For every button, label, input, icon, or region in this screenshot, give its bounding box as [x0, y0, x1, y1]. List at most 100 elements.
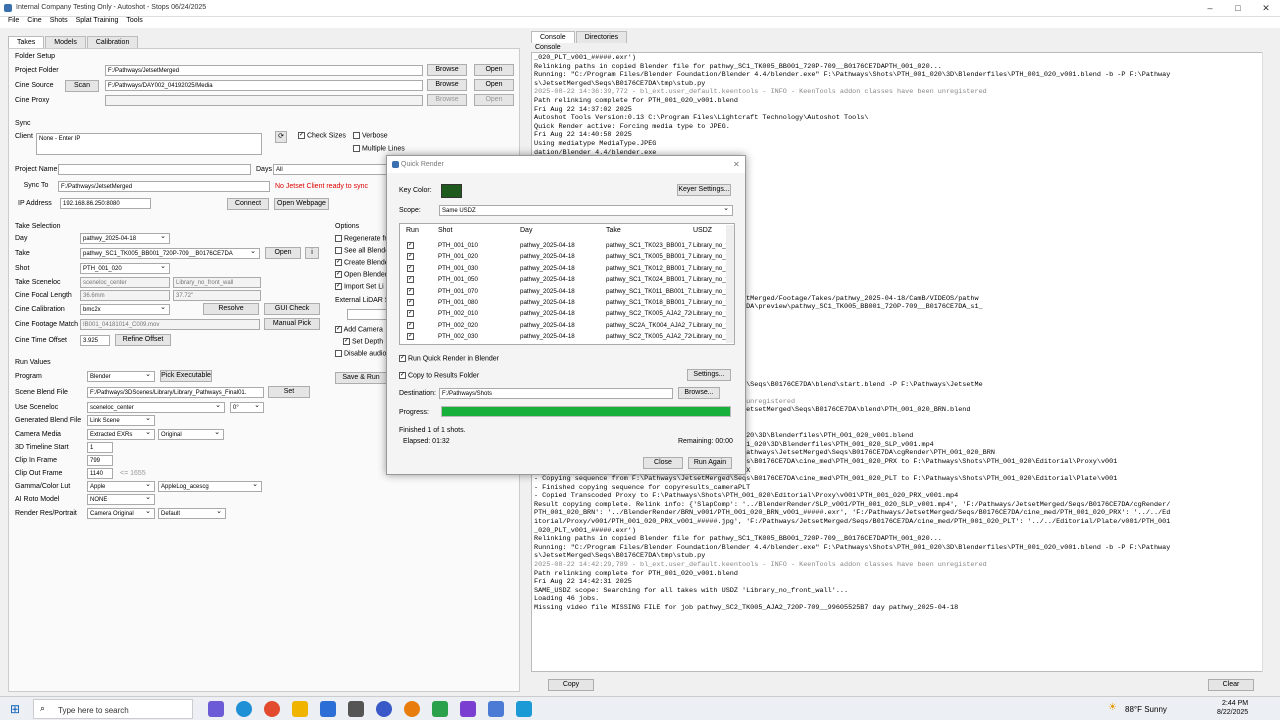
tab-directories[interactable]: Directories — [575, 31, 628, 43]
console-scrollbar[interactable] — [1262, 52, 1271, 672]
table-row[interactable]: ✓ PTH_001_080 pathwy_2025-04-18 pathwy_SC1_… — [400, 297, 727, 308]
option-disable-audio[interactable]: Disable audio — [335, 350, 386, 357]
angle-select[interactable]: 0° — [230, 402, 264, 413]
option-set-depth[interactable]: ✓ Set Depth — [343, 338, 383, 345]
render-res-select-2[interactable]: Default — [158, 508, 226, 519]
start-icon[interactable]: ⊞ — [10, 702, 20, 716]
table-row[interactable]: ✓ PTH_002_030 pathwy_2025-04-18 pathwy_SC2_… — [400, 331, 727, 342]
dialog-close-icon[interactable]: ✕ — [733, 160, 740, 169]
maximize-icon[interactable]: □ — [1224, 0, 1252, 16]
scope-select[interactable]: Same USDZ — [439, 205, 733, 216]
clear-button[interactable]: Clear — [1208, 679, 1254, 691]
copy-results-checkbox[interactable]: ✓ Copy to Results Folder — [399, 372, 479, 379]
blender-icon[interactable] — [404, 701, 420, 717]
taskbar-app-icon-2[interactable] — [376, 701, 392, 717]
table-row[interactable]: ✓ PTH_001_020 pathwy_2025-04-18 pathwy_SC1_… — [400, 251, 727, 262]
take-open-button[interactable]: Open — [265, 247, 301, 259]
table-row[interactable]: ✓ PTH_001_010 pathwy_2025-04-18 pathwy_SC1_… — [400, 240, 727, 251]
manual-pick-button[interactable]: Manual Pick — [264, 318, 320, 330]
run-checkbox[interactable]: ✓ — [407, 310, 414, 318]
dialog-settings-button[interactable]: Settings... — [687, 369, 731, 381]
table-row[interactable]: ✓ PTH_001_050 pathwy_2025-04-18 pathwy_SC1_… — [400, 274, 727, 285]
cine-proxy-input[interactable] — [105, 95, 423, 106]
open-webpage-button[interactable]: Open Webpage — [274, 198, 329, 210]
store-icon[interactable] — [320, 701, 336, 717]
menu-cine[interactable]: Cine — [27, 17, 41, 24]
edge-icon[interactable] — [236, 701, 252, 717]
key-color-swatch[interactable] — [441, 184, 462, 198]
verbose-checkbox[interactable]: Verbose — [353, 132, 388, 139]
check-sizes-checkbox[interactable]: ✓ Check Sizes — [298, 132, 346, 139]
destination-browse-button[interactable]: Browse... — [678, 387, 720, 399]
table-row[interactable]: ✓ PTH_001_070 pathwy_2025-04-18 pathwy_SC1_… — [400, 286, 727, 297]
option-see-all[interactable]: See all Blende — [335, 247, 389, 254]
proxy-browse-button[interactable]: Browse — [427, 94, 467, 106]
use-sceneloc-select[interactable]: sceneloc_center — [87, 402, 225, 413]
project-folder-input[interactable]: F:/Pathways/JetsetMerged — [105, 65, 423, 76]
close-icon[interactable]: ✕ — [1252, 0, 1280, 16]
run-quick-checkbox[interactable]: ✓ Run Quick Render in Blender — [399, 355, 499, 362]
gamma-select-2[interactable]: AppleLog_acescg — [158, 481, 262, 492]
run-checkbox[interactable]: ✓ — [407, 333, 414, 341]
run-checkbox[interactable]: ✓ — [407, 264, 414, 272]
pick-executable-button[interactable]: Pick Executable — [160, 370, 212, 382]
run-checkbox[interactable]: ✓ — [407, 287, 414, 295]
camera-media-select-2[interactable]: Original — [158, 429, 224, 440]
tab-console[interactable]: Console — [531, 31, 575, 43]
menu-tools[interactable]: Tools — [126, 17, 142, 24]
option-regenerate[interactable]: Regenerate fr — [335, 235, 387, 242]
focal-length-input-2[interactable]: 37.72" — [173, 290, 261, 301]
gui-check-button[interactable]: GUI Check — [264, 303, 320, 315]
table-row[interactable]: ✓ PTH_002_010 pathwy_2025-04-18 pathwy_SC2_… — [400, 308, 727, 319]
refine-offset-button[interactable]: Refine Offset — [115, 334, 171, 346]
project-browse-button[interactable]: Browse — [427, 64, 467, 76]
sync-to-button[interactable]: Sync To — [15, 181, 57, 193]
run-checkbox[interactable]: ✓ — [407, 299, 414, 306]
day-select[interactable]: pathwy_2025-04-18 — [80, 233, 170, 244]
footage-match-input[interactable]: IB001_04181014_C009.mov — [80, 319, 260, 330]
run-again-button[interactable]: Run Again — [688, 457, 732, 469]
days-input[interactable]: All — [273, 164, 387, 175]
taskbar-app-icon-3[interactable] — [432, 701, 448, 717]
take-info-button[interactable]: i — [305, 247, 319, 259]
minimize-icon[interactable]: – — [1196, 0, 1224, 16]
menu-file[interactable]: File — [8, 17, 19, 24]
taskbar-app-icon-5[interactable] — [488, 701, 504, 717]
take-sceneloc-input[interactable]: sceneloc_center — [80, 277, 170, 288]
file-explorer-icon[interactable] — [292, 701, 308, 717]
render-res-select[interactable]: Camera Original — [87, 508, 155, 519]
connect-button[interactable]: Connect — [227, 198, 269, 210]
table-row[interactable]: ✓ PTH_001_030 pathwy_2025-04-18 pathwy_SC1_… — [400, 263, 727, 274]
option-import-set[interactable]: ✓ Import Set Li — [335, 283, 384, 290]
multiple-lines-checkbox[interactable]: Multiple Lines — [353, 145, 405, 152]
option-open-blender[interactable]: ✓ Open Blender — [335, 271, 387, 278]
taskbar-app-icon-4[interactable] — [460, 701, 476, 717]
run-checkbox[interactable]: ✓ — [407, 321, 414, 329]
resolve-button[interactable]: Resolve — [203, 303, 259, 315]
clip-out-input[interactable]: 1140 — [87, 468, 113, 479]
taskbar-app-icon-6[interactable] — [516, 701, 532, 717]
option-create-blend[interactable]: ✓ Create Blende — [335, 259, 389, 266]
gamma-select[interactable]: Apple — [87, 481, 155, 492]
focal-length-input[interactable]: 36.6mm — [80, 290, 170, 301]
taskbar-search[interactable]: ⌕ Type here to search — [33, 699, 193, 719]
proxy-open-button[interactable]: Open — [474, 94, 514, 106]
table-row[interactable]: ✓ PTH_002_020 pathwy_2025-04-18 pathwy_SC2A… — [400, 320, 727, 331]
scene-blend-input[interactable]: F:/Pathways/3DScenes/Library/Library_Pat… — [87, 387, 264, 398]
chrome-icon[interactable] — [264, 701, 280, 717]
lidar-input[interactable] — [347, 309, 387, 320]
run-checkbox[interactable]: ✓ — [407, 276, 414, 284]
refresh-icon[interactable]: ⟳ — [275, 131, 287, 143]
cine-calibration-select[interactable]: bmc2x — [80, 304, 170, 315]
camera-media-select[interactable]: Extracted EXRs — [87, 429, 155, 440]
cine-browse-button[interactable]: Browse — [427, 79, 467, 91]
menu-shots[interactable]: Shots — [50, 17, 68, 24]
terminal-icon[interactable] — [348, 701, 364, 717]
clip-in-input[interactable]: 799 — [87, 455, 113, 466]
gen-blend-select[interactable]: Link Scene — [87, 415, 155, 426]
ip-input[interactable]: 192.168.86.250:8080 — [60, 198, 151, 209]
set-button[interactable]: Set — [268, 386, 310, 398]
cine-open-button[interactable]: Open — [474, 79, 514, 91]
client-input[interactable]: None - Enter IP — [36, 133, 262, 155]
destination-input[interactable]: F:/Pathways/Shots — [439, 388, 673, 399]
